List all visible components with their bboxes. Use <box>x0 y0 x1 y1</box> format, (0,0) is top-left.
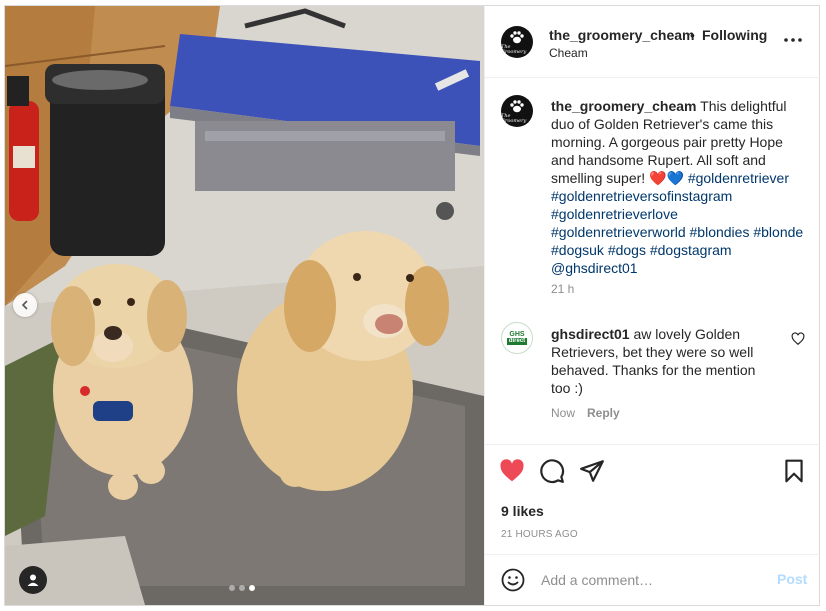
like-heart-icon[interactable] <box>499 458 525 484</box>
like-comment-icon[interactable] <box>791 332 805 346</box>
post-header: The Groomery the_groomery_cheam • Follow… <box>485 6 820 78</box>
header-separator: • <box>690 27 695 43</box>
account-avatar[interactable]: The Groomery <box>501 26 533 58</box>
emoji-icon[interactable] <box>501 568 525 592</box>
comment-meta: Now Reply <box>551 406 620 420</box>
carousel-indicator <box>229 585 255 591</box>
comment-username[interactable]: ghsdirect01 <box>551 326 630 342</box>
carousel-dot-active <box>249 585 255 591</box>
comment: ghsdirect01 aw lovely Golden Retrievers,… <box>551 325 771 397</box>
commenter-avatar-line2: direct <box>506 338 528 345</box>
commenter-avatar-line1: GHS <box>509 331 525 338</box>
post-comment-button[interactable]: Post <box>777 571 807 587</box>
caption-emojis: ❤️💙 <box>649 170 684 186</box>
caption-username[interactable]: the_groomery_cheam <box>551 98 697 114</box>
dogs-photo <box>5 6 484 605</box>
carousel-dot <box>229 585 235 591</box>
post-timestamp[interactable]: 21 HOURS AGO <box>501 529 578 540</box>
post-photo[interactable] <box>5 6 484 605</box>
carousel-dot <box>239 585 245 591</box>
paw-icon <box>510 99 524 112</box>
reply-button[interactable]: Reply <box>587 406 620 420</box>
following-button[interactable]: Following <box>702 27 767 43</box>
caption-time[interactable]: 21 h <box>551 282 574 296</box>
previous-photo-button[interactable] <box>13 293 37 317</box>
comment-icon[interactable] <box>539 458 565 484</box>
more-options-icon[interactable] <box>781 32 805 48</box>
comment-time[interactable]: Now <box>551 406 575 420</box>
user-tag-icon <box>27 574 39 586</box>
caption: the_groomery_cheam This delightful duo o… <box>551 97 807 277</box>
tagged-users-button[interactable] <box>19 566 47 594</box>
likes-count[interactable]: 9 likes <box>501 503 544 519</box>
paw-icon <box>510 30 524 43</box>
share-icon[interactable] <box>579 458 605 484</box>
avatar-brand-text: The Groomery <box>501 112 527 124</box>
save-bookmark-icon[interactable] <box>781 458 807 484</box>
post-sidebar: The Groomery the_groomery_cheam • Follow… <box>484 6 820 605</box>
caption-avatar[interactable]: The Groomery <box>501 95 533 127</box>
post-actions: 9 likes 21 HOURS AGO <box>485 444 820 556</box>
commenter-avatar[interactable]: GHS direct <box>501 322 533 354</box>
add-comment-bar: Post <box>485 554 820 605</box>
chevron-left-icon <box>21 300 28 310</box>
account-username[interactable]: the_groomery_cheam <box>549 27 695 43</box>
post-dialog: The Groomery the_groomery_cheam • Follow… <box>4 5 820 606</box>
comments-section: The Groomery the_groomery_cheam This del… <box>485 79 820 444</box>
avatar-brand-text: The Groomery <box>501 43 527 55</box>
post-location[interactable]: Cheam <box>549 46 588 60</box>
comment-input[interactable] <box>541 570 761 590</box>
